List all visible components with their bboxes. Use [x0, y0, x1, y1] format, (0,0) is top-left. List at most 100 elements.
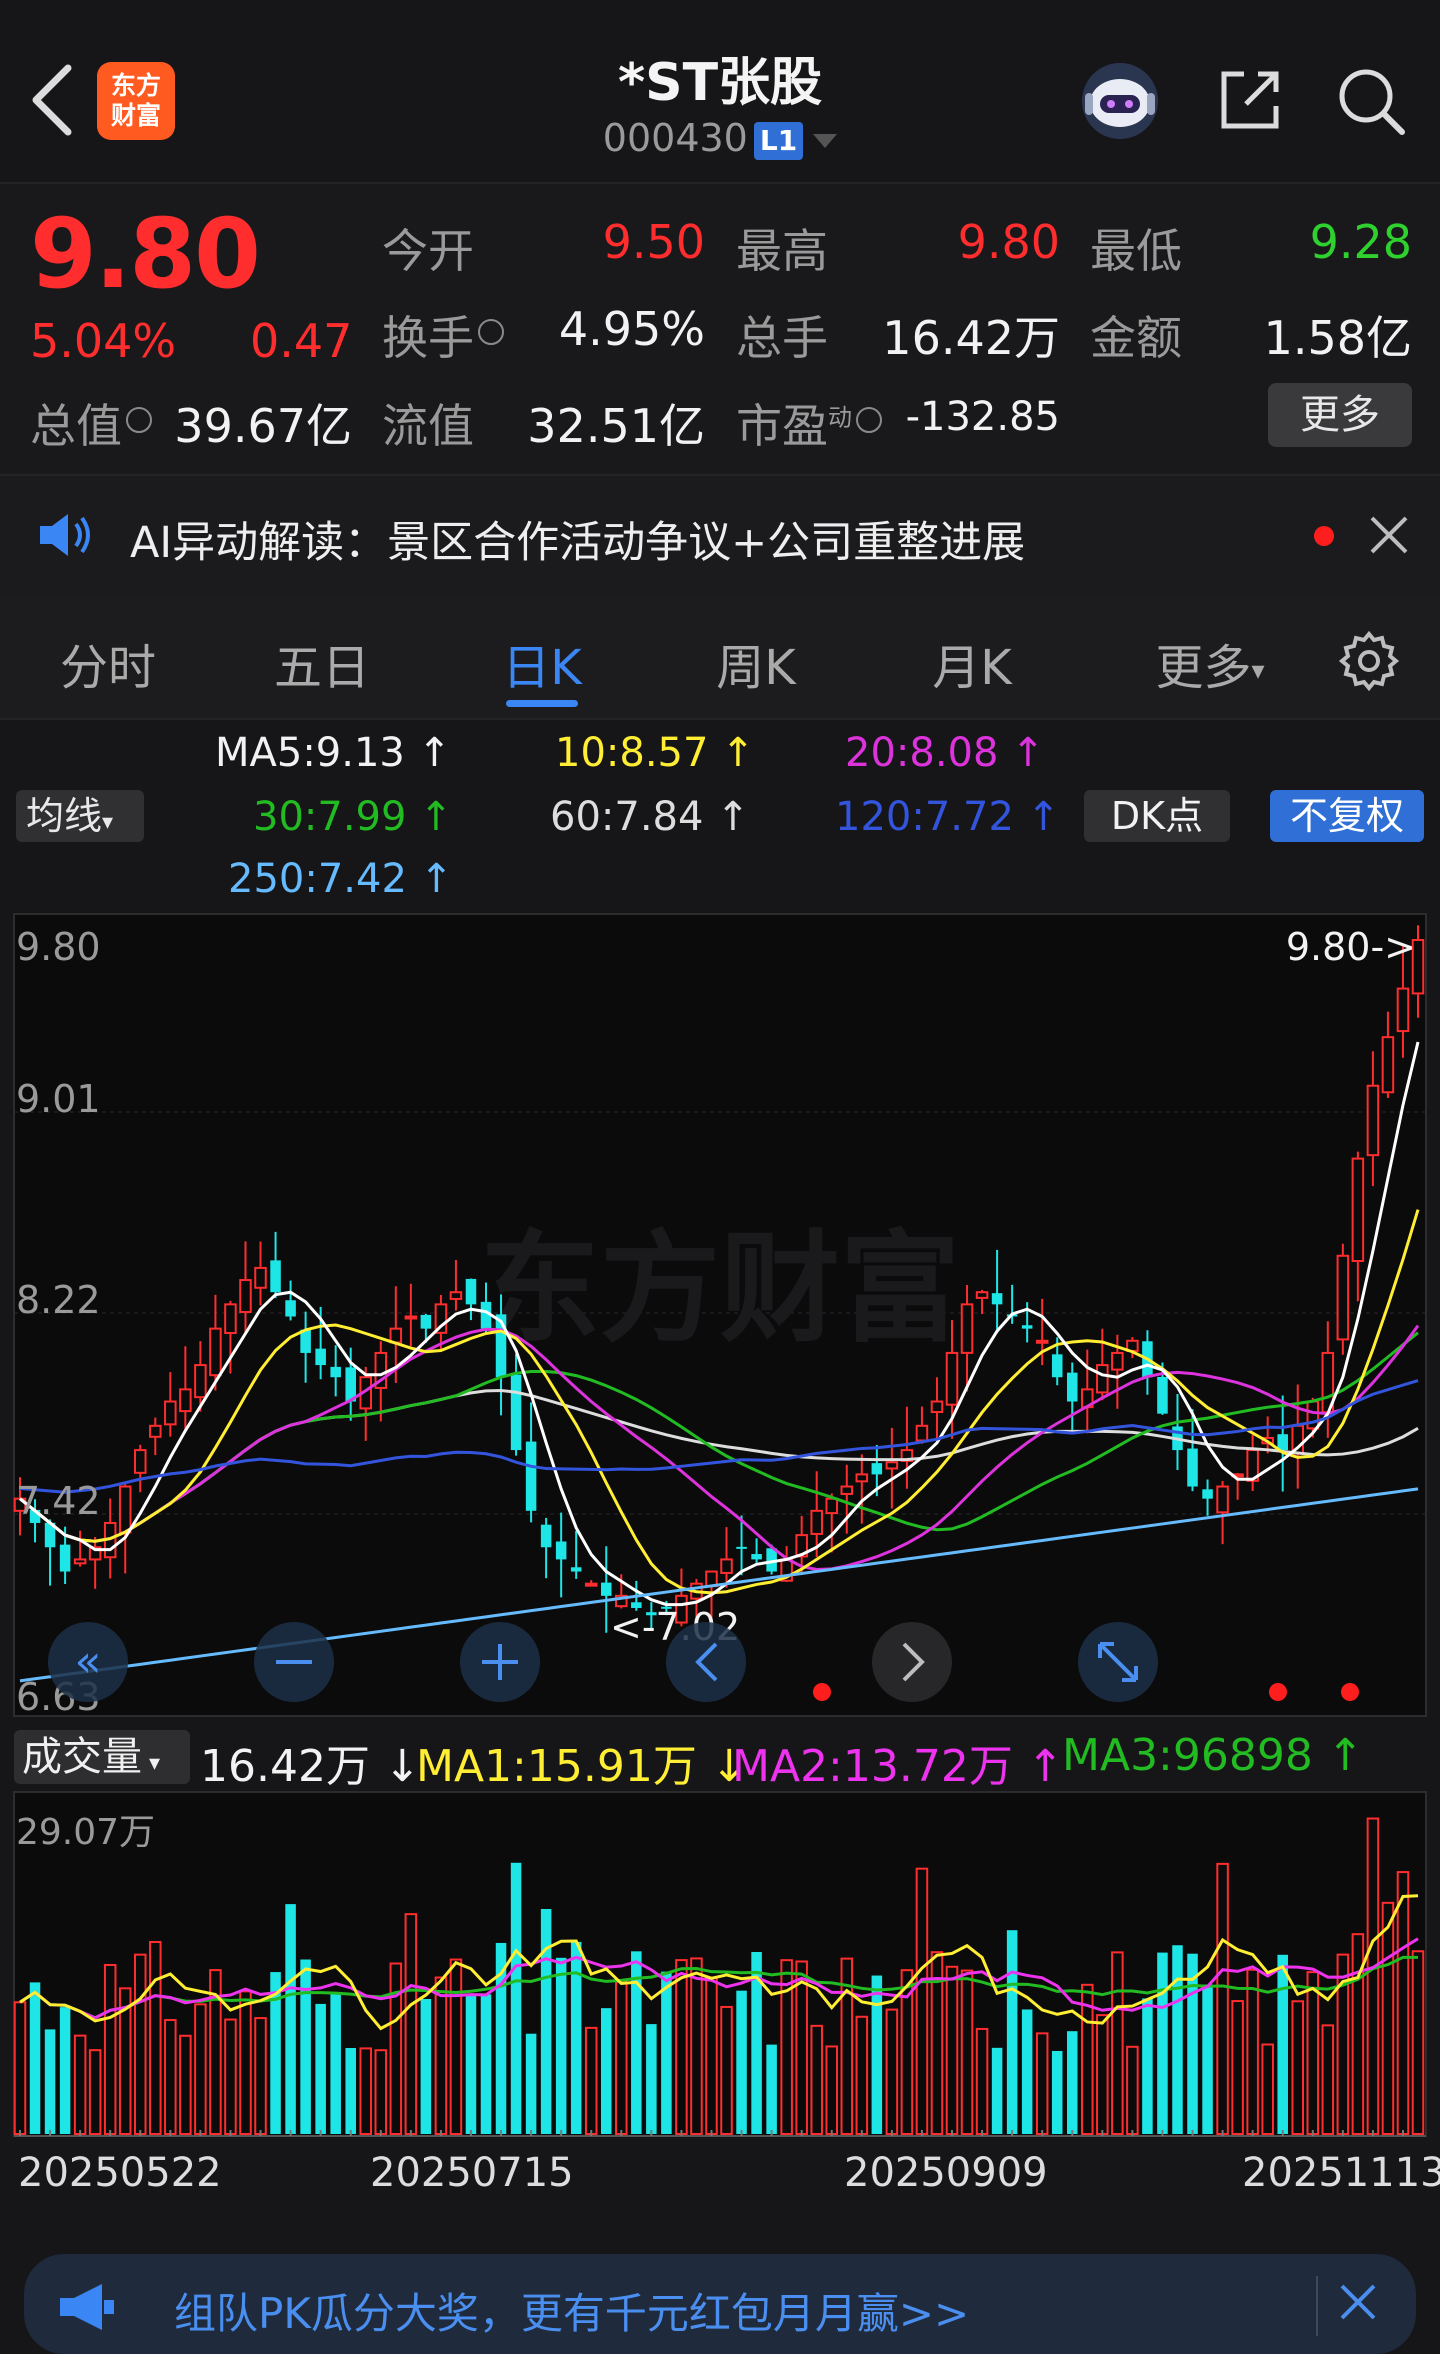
volume-bar [1096, 2014, 1109, 2135]
volume-bar [675, 1959, 688, 2135]
price-axis-label: 9.01 [16, 1077, 101, 1121]
vol-ma1-label: MA1:15.91万 ↓ [416, 1741, 748, 1792]
candle-body [270, 1260, 281, 1293]
candle-body [1366, 1084, 1380, 1157]
tab-daily-k[interactable]: 日K [482, 628, 602, 698]
volume-indicator-button[interactable]: 成交量 ▾ [14, 1730, 190, 1784]
volume-bar [705, 1976, 718, 2135]
high-label: 最高 [736, 224, 828, 278]
volume-bar [540, 1908, 552, 2134]
volume-bar [991, 2047, 1003, 2134]
volume-axis-max: 29.07万 [16, 1812, 155, 1853]
low-value: 9.28 [1309, 215, 1412, 269]
volume-bar [285, 1904, 296, 2134]
tab-intraday[interactable]: 分时 [48, 628, 168, 698]
candle-body [1035, 1339, 1049, 1344]
volume-bar [885, 2008, 899, 2136]
price-axis-label: 9.80 [16, 925, 101, 969]
volume-value-label: 16.42万 ↓ [200, 1741, 421, 1792]
volume-bar [1216, 1862, 1229, 2136]
volume-chart[interactable]: 29.07万 [0, 1790, 1440, 2140]
amount-label: 金额 [1090, 311, 1182, 365]
watermark: 东方财富 [480, 1220, 960, 1359]
volume-value: 16.42万 [882, 311, 1060, 365]
candle-body [1396, 987, 1410, 1033]
dk-point-button[interactable]: DK点 [1084, 790, 1230, 842]
candle-body [194, 1364, 207, 1399]
volume-bar [1202, 1984, 1213, 2134]
info-icon [478, 318, 504, 345]
search-icon[interactable] [1334, 64, 1408, 138]
volume-bar [1306, 1971, 1320, 2135]
more-quote-button[interactable]: 更多 [1268, 383, 1412, 447]
no-adjust-button[interactable]: 不复权 [1270, 790, 1424, 842]
fullscreen-button[interactable] [1078, 1622, 1158, 1702]
volume-bar [345, 2048, 356, 2134]
float-value: 32.51亿 [527, 399, 705, 453]
volume-bar [795, 1960, 808, 2135]
ma20-label: 20:8.08 ↑ [845, 730, 1045, 776]
volume-bar [73, 2034, 87, 2135]
ma-selector-button[interactable]: 均线▾ [16, 790, 144, 842]
candle-body [1336, 1254, 1350, 1341]
tab-monthly-k[interactable]: 月K [912, 628, 1032, 698]
candle-body [164, 1400, 177, 1426]
signal-dot [813, 1683, 831, 1701]
volume-bar [1066, 2031, 1078, 2134]
volume-bar [179, 2034, 192, 2135]
zoom-out-button[interactable] [254, 1622, 334, 1702]
dropdown-triangle-icon: ▾ [102, 810, 114, 835]
step-right-button[interactable] [872, 1622, 952, 1702]
volume-bar [300, 1959, 311, 2134]
volume-bar [29, 1982, 41, 2134]
step-left-button[interactable] [666, 1622, 746, 1702]
tab-weekly-k[interactable]: 周K [696, 628, 816, 698]
candle-body [285, 1300, 296, 1317]
share-icon[interactable] [1214, 64, 1286, 136]
vol-ma2-label: MA2:13.72万 ↑ [732, 1741, 1064, 1792]
robot-assistant-icon[interactable] [1075, 57, 1165, 142]
fast-backward-button[interactable]: « [48, 1622, 128, 1702]
zoom-in-button[interactable] [460, 1622, 540, 1702]
volume-bar [1246, 1968, 1259, 2135]
candle-body [59, 1544, 71, 1572]
tab-five-day[interactable]: 五日 [262, 628, 382, 698]
svg-text:«: « [75, 1636, 102, 1687]
date-label: 20251113 [1242, 2150, 1440, 2196]
close-icon[interactable] [1366, 512, 1412, 558]
price-axis-label: 8.22 [16, 1278, 101, 1322]
turnover-label[interactable]: 换手 [382, 302, 504, 368]
candle-body [540, 1524, 552, 1548]
volume-bar [736, 1990, 747, 2134]
volume-bar [615, 1980, 628, 2135]
tab-more[interactable]: 更多▾ [1130, 628, 1290, 698]
volume-bar [720, 2005, 733, 2136]
candle-body [1051, 1354, 1063, 1378]
candle-body [825, 1497, 839, 1515]
ma120-label: 120:7.72 ↑ [835, 794, 1061, 840]
volume-bar [871, 1975, 883, 2134]
mktcap-label[interactable]: 总值 [30, 390, 152, 456]
candle-body [118, 1485, 132, 1534]
close-icon[interactable] [1338, 2282, 1378, 2322]
volume-bar [780, 1959, 793, 2135]
candle-body [1111, 1351, 1124, 1371]
candle-body [840, 1485, 854, 1495]
candle-body [1277, 1434, 1288, 1451]
volume-bar [1381, 1901, 1395, 2135]
kline-chart[interactable]: 东方财富 9.80 9.01 8.22 7.42 6.63 9.80-> <-7… [0, 910, 1440, 1720]
candle-body [915, 1424, 929, 1442]
ai-news-text[interactable]: AI异动解读：景区合作活动争议+公司重整进展 [130, 508, 1025, 570]
candle-body [209, 1327, 222, 1377]
pe-label[interactable]: 市盈动 [736, 390, 882, 456]
volume-bar [1021, 2009, 1033, 2134]
info-icon [126, 406, 152, 433]
level-badge: L1 [753, 121, 804, 160]
ma250-label: 250:7.42 ↑ [228, 856, 454, 902]
volume-bar [44, 2029, 56, 2134]
ma30-label: 30:7.99 ↑ [253, 794, 453, 840]
low-label: 最低 [1090, 224, 1182, 278]
gear-icon[interactable] [1338, 630, 1400, 692]
volume-bar [975, 2027, 989, 2135]
promo-banner-text[interactable]: 组队PK瓜分大奖，更有千元红包月月赢>> [174, 2280, 969, 2341]
